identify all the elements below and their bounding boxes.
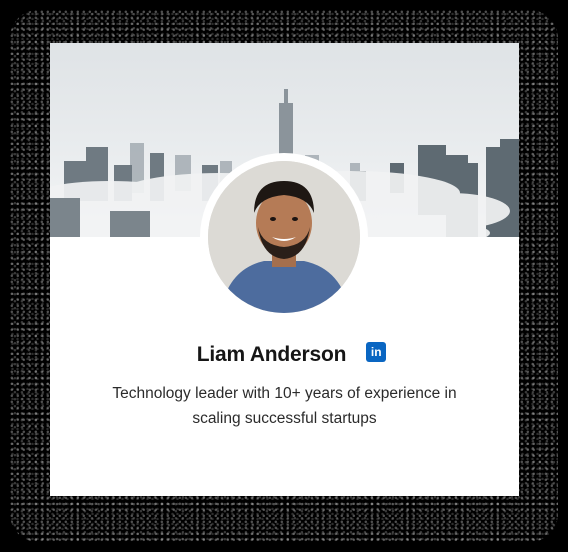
profile-name: Liam Anderson bbox=[196, 343, 347, 366]
profile-bio: Technology leader with 10+ years of expe… bbox=[112, 385, 457, 427]
avatar bbox=[208, 161, 360, 313]
name-row: Liam Anderson in bbox=[50, 339, 519, 371]
person-portrait bbox=[208, 161, 360, 313]
linkedin-icon[interactable]: in bbox=[366, 342, 387, 362]
profile-card: Liam Anderson in Technology leader with … bbox=[50, 43, 519, 496]
